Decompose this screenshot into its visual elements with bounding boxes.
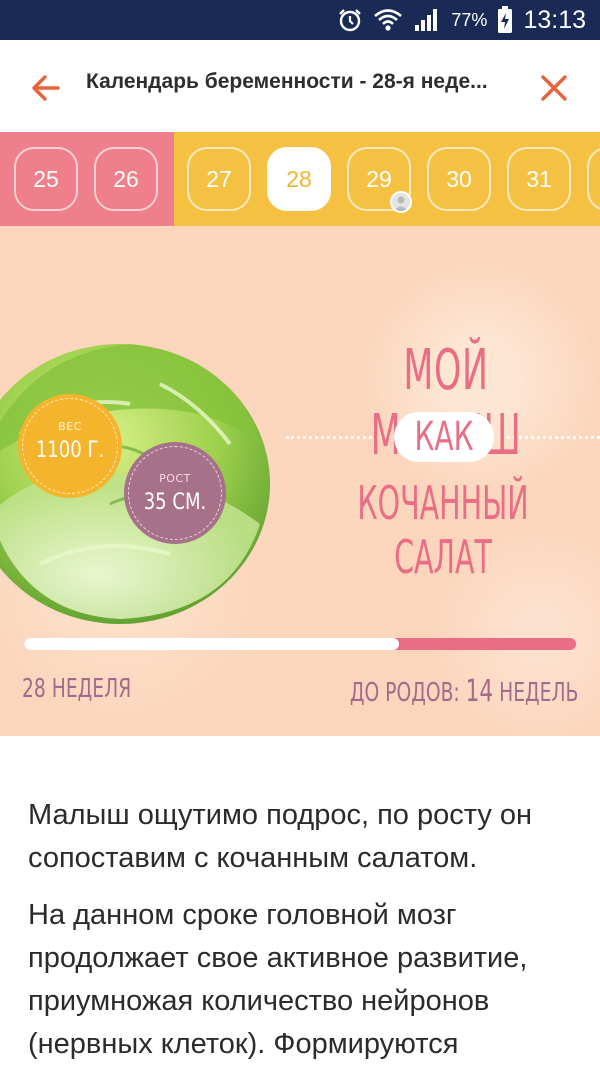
week-26-tab[interactable]: 26 [94,147,158,211]
headline-line2: КАК [414,414,474,460]
weight-badge: ВЕС 1100 Г. [18,394,122,498]
close-icon [541,75,567,101]
weeks-remaining: ДО РОДОВ: 14 НЕДЕЛЬ [349,674,578,709]
avatar-icon [390,191,412,213]
page-title: Календарь беременности - 28-я неде... [86,70,488,93]
week-31-tab[interactable]: 31 [507,147,571,211]
current-week-label: 28 НЕДЕЛЯ [22,674,132,704]
signal-icon [413,7,441,33]
wifi-icon [373,7,403,33]
article-paragraph: Малыш ощутимо подрос, по росту он сопост… [28,799,533,874]
pregnancy-progress-fill [24,638,400,650]
height-badge: РОСТ 35 СМ. [124,442,226,544]
pregnancy-progress-bar [24,638,576,650]
status-time: 13:13 [523,5,586,34]
week-27-tab[interactable]: 27 [187,147,251,211]
week-25-tab[interactable]: 25 [14,147,78,211]
back-button[interactable] [28,70,64,106]
arrow-left-icon [32,75,60,101]
week-hero-card: ВЕС 1100 Г. РОСТ 35 СМ. МОЙ МАЛЫШ КАК КО… [0,226,600,736]
week-28-tab[interactable]: 28 [267,147,331,211]
week-selector: 25 26 27 28 29 30 31 [0,132,600,226]
height-label: РОСТ [159,472,191,485]
article-paragraph: На данном сроке головной мозг продолжает… [28,899,528,1060]
battery-percent: 77% [451,9,488,30]
status-bar: 77% 13:13 [0,0,600,40]
article-body: Малыш ощутимо подрос, по росту он сопост… [28,736,576,1066]
weight-value: 1100 Г. [35,438,105,463]
alarm-icon [337,7,363,33]
height-value: 35 СМ. [143,490,207,515]
app-bar: Календарь беременности - 28-я неде... [0,40,600,132]
close-button[interactable] [536,70,572,106]
battery-charging-icon [497,6,513,34]
headline-line3: КОЧАННЫЙ САЛАТ [357,476,529,584]
weight-label: ВЕС [58,420,82,433]
status-icons: 77% 13:13 [337,0,586,40]
week-30-tab[interactable]: 30 [427,147,491,211]
week-32-tab-partial[interactable] [587,147,600,211]
